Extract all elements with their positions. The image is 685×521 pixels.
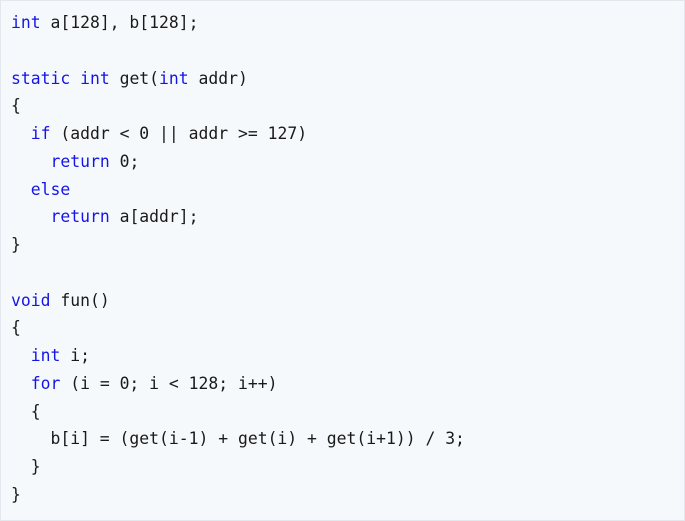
code-text: i; <box>60 346 90 365</box>
code-text: { <box>11 96 21 116</box>
code-line: static int get(int addr) <box>11 65 465 93</box>
code-line: return 0; <box>11 148 465 176</box>
code-text: a[addr]; <box>109 207 199 227</box>
code-text: { <box>11 401 41 421</box>
code-line: if (addr < 0 || addr >= 127) <box>11 120 465 148</box>
code-text: a[128], b[128]; <box>40 13 199 32</box>
code-line: return a[addr]; <box>11 203 465 231</box>
code-line: { <box>11 92 465 120</box>
code-text: addr) <box>188 68 248 88</box>
code-line: int a[128], b[128]; <box>11 9 465 37</box>
code-line: for (i = 0; i < 128; i++) <box>11 370 465 398</box>
code-keyword: static <box>11 68 71 88</box>
code-text: get( <box>109 68 160 88</box>
code-text: 0; <box>109 151 140 171</box>
code-keyword: return <box>50 207 110 227</box>
code-keyword: for <box>30 373 61 393</box>
code-keyword: int <box>11 13 41 32</box>
code-text: (i = 0; i < 128; i++) <box>60 373 278 393</box>
code-line: } <box>11 231 465 259</box>
code-keyword: return <box>50 151 110 171</box>
code-line: } <box>11 453 465 481</box>
code-line: ​ <box>11 37 465 65</box>
code-text: (addr < 0 || addr >= 127) <box>50 124 308 143</box>
code-block: int a[128], b[128];​static int get(int a… <box>0 0 685 521</box>
code-line: { <box>11 314 465 342</box>
code-line: int i; <box>11 342 465 370</box>
code-line: b[i] = (get(i-1) + get(i) + get(i+1)) / … <box>11 425 465 453</box>
code-line: void fun() <box>11 287 465 315</box>
code-text: } <box>11 457 41 476</box>
code-text: fun() <box>50 290 110 310</box>
code-line: else <box>11 176 465 204</box>
code-keyword: int <box>159 68 189 88</box>
code-keyword: else <box>30 179 71 199</box>
code-keyword: void <box>11 290 51 310</box>
code-line: ​ <box>11 259 465 287</box>
code-text: { <box>11 318 21 338</box>
code-keyword: if <box>30 124 51 143</box>
code-keyword: int <box>30 346 61 365</box>
code-line: } <box>11 481 465 509</box>
code-text: } <box>11 235 21 254</box>
code-listing: int a[128], b[128];​static int get(int a… <box>11 9 465 509</box>
code-keyword: int <box>80 68 110 88</box>
code-text: b[i] = (get(i-1) + get(i) + get(i+1)) / … <box>11 429 465 449</box>
code-text: } <box>11 484 21 504</box>
code-line: { <box>11 398 465 426</box>
